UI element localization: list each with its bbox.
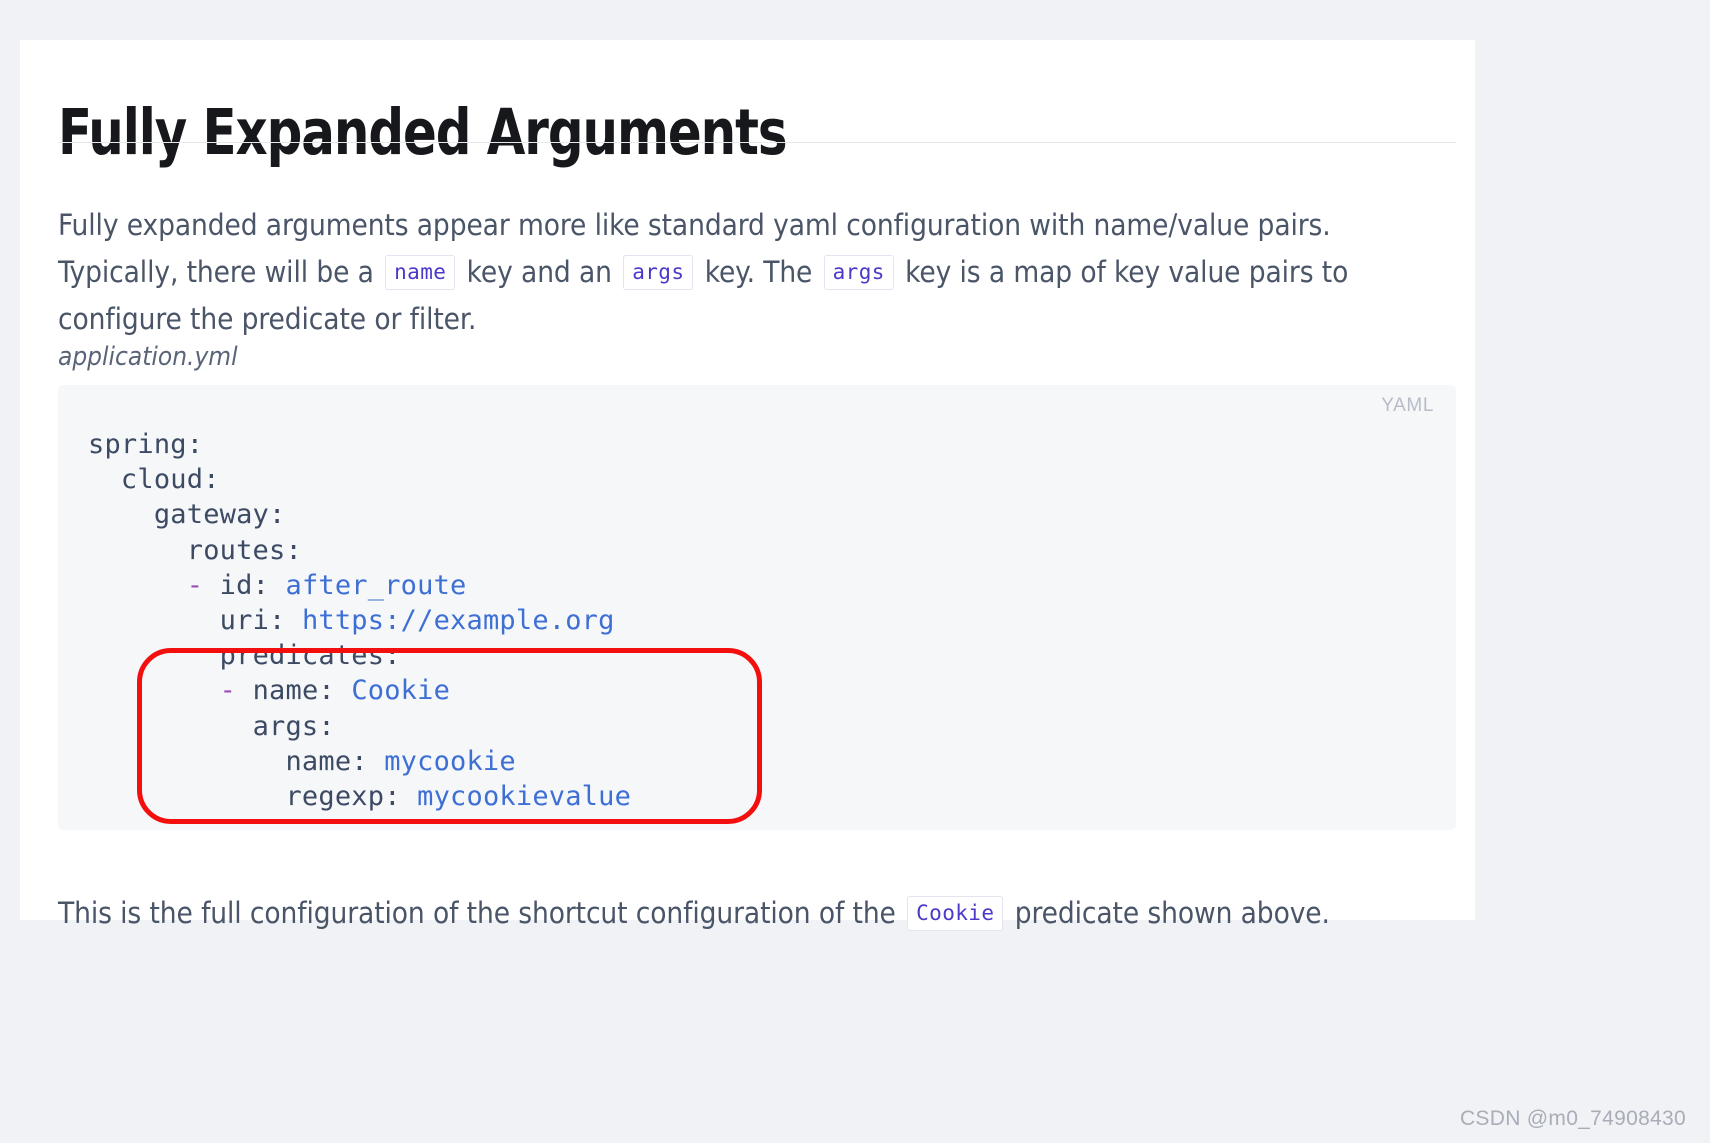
intro-paragraph: Fully expanded arguments appear more lik… bbox=[58, 202, 1398, 343]
code-file-caption: application.yml bbox=[58, 342, 238, 372]
inline-code-args-2: args bbox=[823, 254, 894, 290]
inline-code-cookie: Cookie bbox=[907, 895, 1004, 931]
csdn-watermark: CSDN @m0_74908430 bbox=[1459, 1107, 1686, 1130]
closing-text-part-1: This is the full configuration of the sh… bbox=[58, 895, 905, 930]
page-title: Fully Expanded Arguments bbox=[58, 96, 788, 170]
code-block: YAML spring: cloud: gateway: routes: - i… bbox=[58, 385, 1456, 830]
inline-code-args-1: args bbox=[623, 254, 694, 290]
title-divider bbox=[58, 142, 1456, 143]
code-language-label: YAML bbox=[1381, 395, 1434, 416]
intro-text-part-2: key and an bbox=[458, 254, 621, 289]
closing-paragraph: This is the full configuration of the sh… bbox=[58, 890, 1438, 937]
inline-code-name: name bbox=[385, 254, 456, 290]
closing-text-part-2: predicate shown above. bbox=[1006, 895, 1330, 930]
yaml-code-listing[interactable]: spring: cloud: gateway: routes: - id: af… bbox=[88, 427, 631, 814]
intro-text-part-3: key. The bbox=[696, 254, 821, 289]
document-content-card: Fully Expanded Arguments Fully expanded … bbox=[20, 40, 1475, 931]
